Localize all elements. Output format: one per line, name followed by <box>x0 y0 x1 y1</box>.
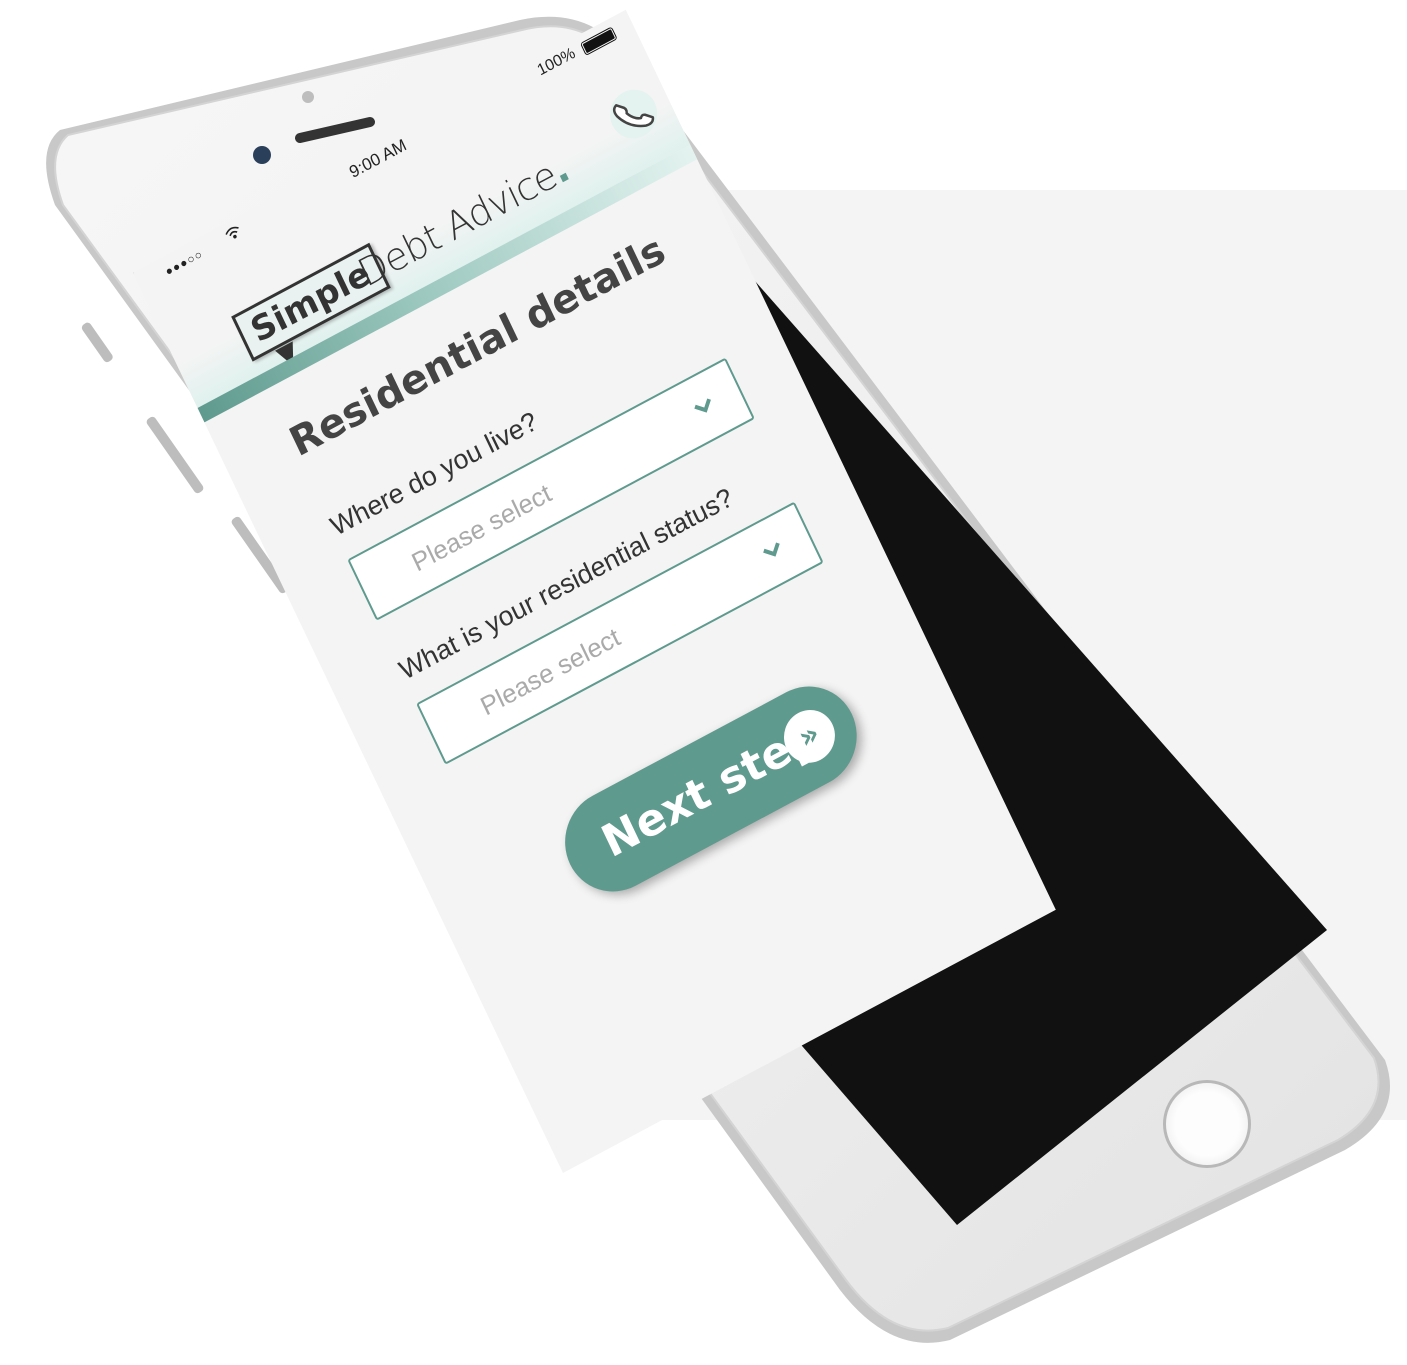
home-button[interactable] <box>1163 1080 1251 1168</box>
phone-icon[interactable] <box>600 78 668 149</box>
wifi-icon <box>223 223 245 247</box>
chevron-down-icon <box>763 542 780 557</box>
chevron-down-icon <box>694 398 711 413</box>
next-step-button[interactable]: Next step » <box>548 668 874 910</box>
